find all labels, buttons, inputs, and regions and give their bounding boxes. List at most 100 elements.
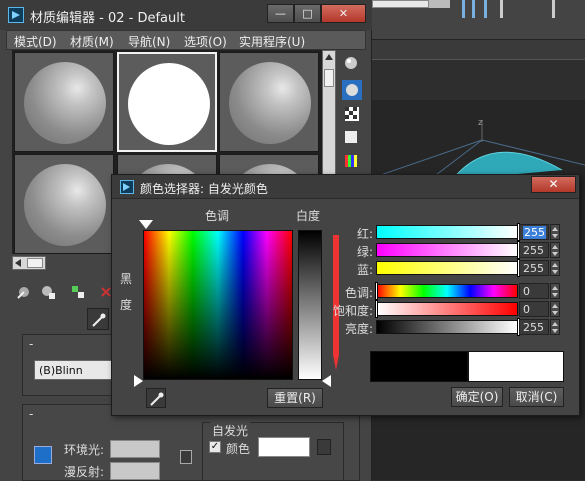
- blackness-label: 度: [120, 298, 133, 312]
- saturation-slider-handle[interactable]: [375, 300, 378, 318]
- diffuse-color-swatch[interactable]: [110, 462, 160, 480]
- toolbar-icon[interactable]: [500, 0, 503, 18]
- blue-value-field[interactable]: 255: [519, 260, 549, 276]
- 3dsmax-app-icon: [8, 7, 24, 23]
- whiteness-label: 白度: [296, 209, 321, 223]
- value-spinner[interactable]: [550, 319, 560, 335]
- rollout-collapse-toggle[interactable]: -: [29, 407, 33, 421]
- sample-slot[interactable]: [219, 52, 319, 152]
- toolbar-icon[interactable]: [462, 0, 465, 18]
- red-label: 红:: [357, 227, 374, 241]
- original-color-preview: [370, 351, 468, 382]
- hue-slider-handle[interactable]: [375, 282, 378, 300]
- green-label: 绿:: [357, 245, 374, 259]
- toolbar-icon[interactable]: [484, 0, 487, 18]
- saturation-spinner[interactable]: [550, 301, 560, 317]
- hue-value-field[interactable]: 0: [519, 283, 549, 299]
- material-editor-titlebar[interactable]: 材质编辑器 - 02 - Default — □ ✕: [0, 0, 372, 30]
- saturation-slider[interactable]: [376, 302, 518, 316]
- scroll-up-icon[interactable]: [325, 54, 333, 60]
- slots-horizontal-scrollbar[interactable]: [12, 256, 46, 270]
- green-value-field[interactable]: 255: [519, 242, 549, 258]
- sample-uv-tiling-icon[interactable]: [342, 128, 362, 148]
- scroll-left-icon[interactable]: [15, 259, 21, 267]
- current-color-preview: [468, 351, 564, 382]
- whiteness-bar[interactable]: [298, 230, 322, 380]
- lock-icon[interactable]: [180, 450, 192, 464]
- sample-slot-active[interactable]: [117, 52, 217, 152]
- diffuse-label: 漫反射:: [64, 465, 105, 479]
- scroll-thumb[interactable]: [324, 69, 334, 87]
- maximize-button[interactable]: □: [294, 4, 321, 23]
- menu-utilities[interactable]: 实用程序(U): [239, 33, 305, 50]
- hue-slider[interactable]: [376, 284, 518, 298]
- blue-spinner[interactable]: [550, 260, 560, 276]
- color-selector-title: 颜色选择器: 自发光颜色: [140, 182, 268, 196]
- put-to-scene-icon[interactable]: [40, 284, 56, 300]
- scroll-thumb[interactable]: [27, 258, 43, 268]
- self-illum-color-swatch[interactable]: [258, 437, 310, 457]
- hue-blackness-field[interactable]: [143, 230, 293, 380]
- menu-navigation[interactable]: 导航(N): [128, 33, 170, 50]
- cancel-button[interactable]: 取消(C): [509, 387, 564, 407]
- material-editor-title: 材质编辑器 - 02 - Default: [30, 11, 185, 26]
- minimize-button[interactable]: —: [267, 4, 294, 23]
- self-illum-color-checkbox[interactable]: ✓: [209, 441, 221, 453]
- red-value-field[interactable]: 255: [519, 224, 549, 240]
- sample-type-icon[interactable]: [342, 54, 362, 74]
- shader-type-dropdown[interactable]: (B)Blinn: [34, 360, 114, 380]
- saturation-value-field[interactable]: 0: [519, 301, 549, 317]
- value-value-field[interactable]: 255: [519, 319, 549, 335]
- video-color-check-icon[interactable]: [342, 152, 362, 172]
- 3dsmax-app-icon: [120, 180, 134, 194]
- sample-slot[interactable]: [14, 154, 114, 254]
- value-label: 亮度:: [345, 322, 374, 336]
- material-sphere: [24, 62, 106, 144]
- menu-options[interactable]: 选项(O): [184, 33, 227, 50]
- blue-slider[interactable]: [376, 261, 518, 275]
- menu-material[interactable]: 材质(M): [70, 33, 114, 50]
- get-material-icon[interactable]: [16, 284, 32, 300]
- axis-z-label: z: [478, 118, 483, 128]
- blackness-marker-icon[interactable]: [134, 375, 143, 387]
- close-button[interactable]: ✕: [321, 4, 366, 23]
- hue-marker-icon[interactable]: [139, 220, 153, 229]
- toolbar-icon[interactable]: [472, 0, 475, 18]
- background-checker-icon[interactable]: [342, 104, 362, 124]
- self-illumination-title: 自发光: [210, 422, 251, 439]
- dialog-close-button[interactable]: ✕: [531, 176, 576, 193]
- eyedropper-icon[interactable]: [146, 388, 166, 408]
- green-slider[interactable]: [376, 243, 518, 257]
- dropdown-arrow-icon[interactable]: [428, 0, 450, 8]
- value-slider[interactable]: [376, 320, 518, 334]
- sample-slot[interactable]: [14, 52, 114, 152]
- material-sphere: [229, 62, 311, 144]
- hue-channel-label: 色调:: [345, 286, 374, 300]
- viewport-header: [372, 40, 585, 60]
- color-selector-dialog: 颜色选择器: 自发光颜色 ✕ 色调 白度 黑 度 重置(R) 红: 255 绿:…: [111, 174, 580, 416]
- backlight-icon[interactable]: [342, 80, 362, 100]
- menu-mode[interactable]: 模式(D): [14, 33, 57, 50]
- color-selector-titlebar[interactable]: 颜色选择器: 自发光颜色 ✕: [112, 175, 579, 199]
- pick-material-eyedropper-icon[interactable]: [87, 308, 109, 330]
- material-sphere: [128, 63, 210, 145]
- ambient-color-swatch[interactable]: [110, 440, 160, 458]
- red-slider[interactable]: [376, 225, 518, 239]
- viewport-grid: [372, 120, 585, 180]
- ok-button[interactable]: 确定(O): [451, 387, 503, 407]
- assign-to-selection-icon[interactable]: [70, 284, 86, 300]
- toolbar-icon[interactable]: [552, 0, 555, 18]
- whiteness-marker-icon[interactable]: [322, 375, 331, 387]
- red-spinner[interactable]: [550, 224, 560, 240]
- self-illum-map-button[interactable]: [317, 439, 331, 455]
- saturation-label: 饱和度:: [333, 304, 374, 318]
- menu-bar: 模式(D) 材质(M) 导航(N) 选项(O) 实用程序(U): [6, 30, 366, 50]
- ambient-label: 环境光:: [64, 443, 105, 457]
- material-toolbar: [14, 282, 114, 304]
- rollout-collapse-toggle[interactable]: -: [29, 337, 33, 351]
- material-sphere: [24, 164, 106, 246]
- reset-button[interactable]: 重置(R): [267, 388, 323, 408]
- hue-spinner[interactable]: [550, 283, 560, 299]
- lock-ambient-diffuse-icon[interactable]: [34, 446, 52, 464]
- green-spinner[interactable]: [550, 242, 560, 258]
